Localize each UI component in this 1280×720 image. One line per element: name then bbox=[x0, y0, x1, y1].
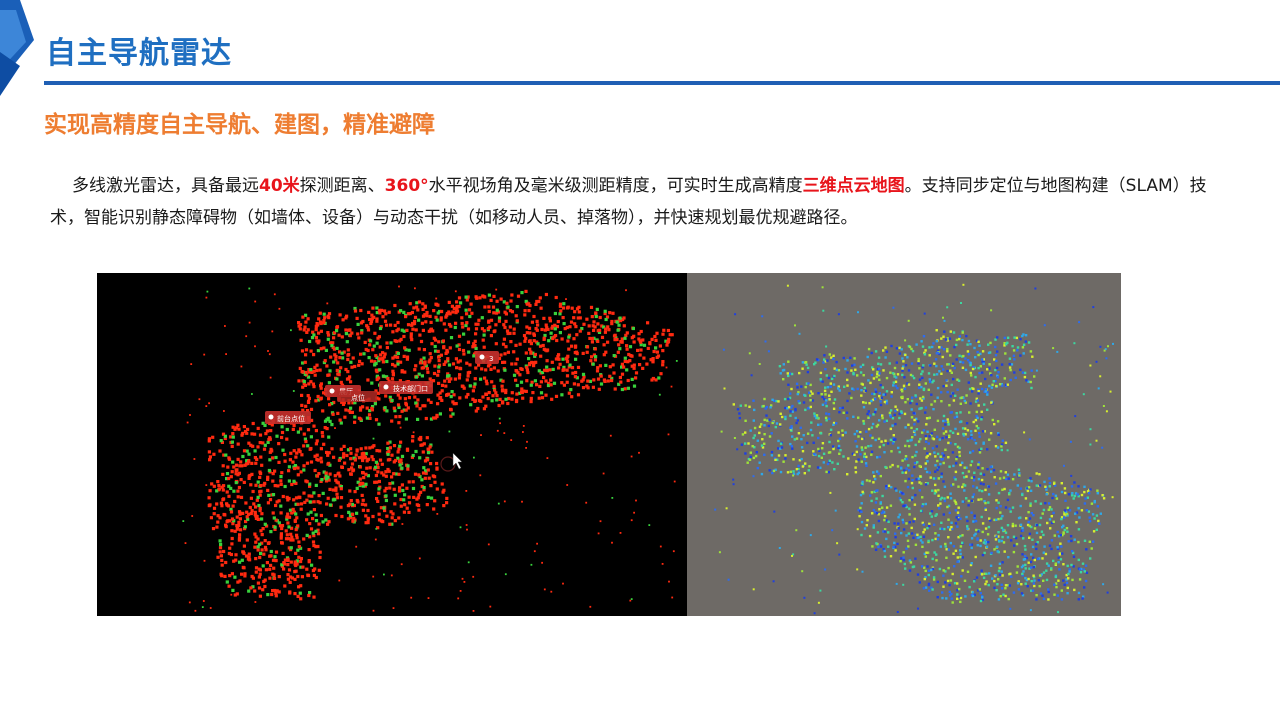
map-marker-3: 3 bbox=[475, 351, 499, 364]
marker-label: 3 bbox=[489, 355, 493, 363]
desc-seg-1: 多线激光雷达，具备最远 bbox=[72, 176, 259, 196]
desc-highlight-range: 40米 bbox=[259, 176, 300, 196]
map-marker-tech-dept: 技术部门口 bbox=[379, 381, 433, 394]
mouse-cursor-icon bbox=[440, 452, 463, 472]
marker-label: 技术部门口 bbox=[393, 384, 428, 393]
title-divider bbox=[44, 81, 1280, 85]
map-marker-point: 点位 bbox=[337, 391, 377, 402]
page-subtitle: 实现高精度自主导航、建图，精准避障 bbox=[44, 112, 435, 138]
pointcloud-map-image: 前台点位 展厅 点位 技术部门口 3 bbox=[97, 273, 687, 616]
map-marker-front-desk: 前台点位 bbox=[265, 411, 311, 424]
desc-seg-3: 水平视场角及毫米级测距精度，可实时生成高精度 bbox=[428, 176, 803, 196]
desc-highlight-fov: 360° bbox=[384, 176, 429, 196]
pointcloud-image-strip: 前台点位 展厅 点位 技术部门口 3 bbox=[97, 273, 1121, 616]
marker-label: 点位 bbox=[351, 393, 365, 402]
corner-chevron-icon bbox=[0, 0, 34, 96]
marker-label: 前台点位 bbox=[277, 414, 305, 423]
desc-seg-2: 探测距离、 bbox=[299, 176, 385, 196]
pointcloud-intensity-image bbox=[687, 273, 1121, 616]
description-paragraph: 多线激光雷达，具备最远40米探测距离、360°水平视场角及毫米级测距精度，可实时… bbox=[50, 170, 1240, 234]
desc-highlight-map: 三维点云地图 bbox=[802, 176, 905, 196]
page-title: 自主导航雷达 bbox=[46, 36, 232, 71]
